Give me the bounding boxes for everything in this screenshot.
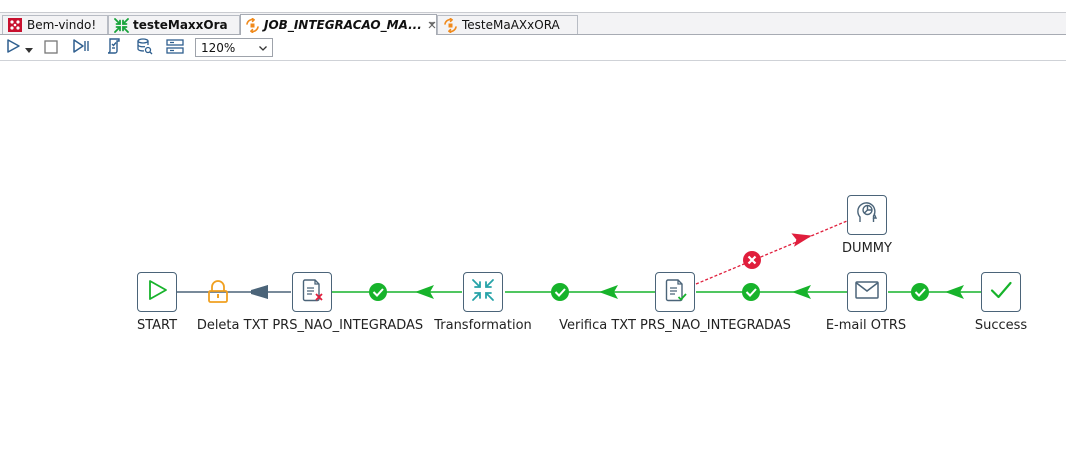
- run-icon: [5, 38, 21, 58]
- entry-delete-file[interactable]: [292, 272, 332, 312]
- ok-icon: [369, 283, 387, 301]
- verify-icon: [106, 38, 122, 58]
- zoom-value: 120%: [201, 40, 236, 55]
- hop-delete-transformation[interactable]: [332, 283, 462, 301]
- entry-dummy[interactable]: [847, 195, 887, 235]
- job-canvas[interactable]: START Deleta TXT PRS_NAO_INTEGRADAS Tran…: [0, 61, 1066, 470]
- ok-icon: [551, 283, 569, 301]
- chevron-down-icon: [258, 42, 268, 56]
- job-icon: [245, 17, 260, 33]
- welcome-icon: [7, 17, 23, 33]
- entry-label: Deleta TXT PRS_NAO_INTEGRADAS: [196, 318, 424, 333]
- explore-db-icon: [166, 38, 184, 58]
- start-icon: [144, 277, 170, 307]
- entry-transformation[interactable]: [463, 272, 503, 312]
- job-icon: [442, 17, 458, 33]
- run-button[interactable]: [4, 39, 22, 57]
- tab-label: testeMaxxOra: [133, 18, 228, 32]
- close-icon[interactable]: [427, 19, 437, 31]
- sql-button[interactable]: [135, 37, 153, 59]
- explore-db-button[interactable]: [166, 38, 184, 58]
- hop-verify-dummy-error[interactable]: [695, 220, 848, 285]
- entry-success[interactable]: [981, 272, 1021, 312]
- entry-label: Success: [974, 318, 1028, 333]
- tab-label: Bem-vindo!: [27, 18, 97, 32]
- delete-file-icon: [298, 276, 326, 308]
- transformation-icon: [113, 17, 129, 33]
- hop-email-success[interactable]: [888, 283, 981, 301]
- entry-verify-file[interactable]: [655, 272, 695, 312]
- tab-testemaxxora[interactable]: testeMaxxOra: [108, 15, 240, 34]
- verify-button[interactable]: [105, 38, 123, 58]
- editor-tab-bar: Bem-vindo! testeMaxxOra JOB_INTEGRACAO_M…: [0, 13, 1066, 35]
- verify-file-icon: [661, 276, 689, 308]
- ok-icon: [911, 283, 929, 301]
- zoom-select[interactable]: 120%: [195, 38, 273, 57]
- tab-label: TesteMaAXxORA: [462, 18, 560, 32]
- lock-icon: [208, 280, 228, 303]
- entry-label: Verifica TXT PRS_NAO_INTEGRADAS: [559, 318, 791, 333]
- tab-label: JOB_INTEGRACAO_MA...: [264, 18, 422, 32]
- entry-email[interactable]: [847, 272, 887, 312]
- entry-label: E-mail OTRS: [825, 318, 907, 333]
- ok-icon: [742, 283, 760, 301]
- transformation-icon: [470, 277, 496, 307]
- dummy-head-icon: [854, 200, 880, 230]
- hop-start-delete[interactable]: [177, 285, 291, 299]
- hop-verify-email[interactable]: [696, 283, 847, 301]
- hop-links: [177, 220, 981, 303]
- replay-icon: [72, 38, 90, 58]
- entry-label: START: [136, 318, 178, 333]
- run-options-dropdown[interactable]: [24, 39, 34, 57]
- stop-icon: [44, 39, 58, 58]
- chevron-down-icon: [25, 39, 33, 58]
- mail-icon: [854, 280, 880, 304]
- hop-transformation-verify[interactable]: [505, 283, 655, 301]
- sql-icon: [136, 37, 153, 59]
- tab-testemaaxxora[interactable]: TesteMaAXxORA: [437, 15, 578, 34]
- entry-start[interactable]: [137, 272, 177, 312]
- tab-welcome[interactable]: Bem-vindo!: [2, 15, 108, 34]
- entry-label: DUMMY: [842, 241, 892, 256]
- stop-button[interactable]: [42, 39, 60, 57]
- job-toolbar: 120%: [0, 35, 1066, 61]
- replay-button[interactable]: [72, 39, 90, 57]
- checkmark-icon: [988, 277, 1014, 307]
- entry-label: Transformation: [434, 318, 532, 333]
- tab-job-integracao[interactable]: JOB_INTEGRACAO_MA...: [240, 14, 437, 35]
